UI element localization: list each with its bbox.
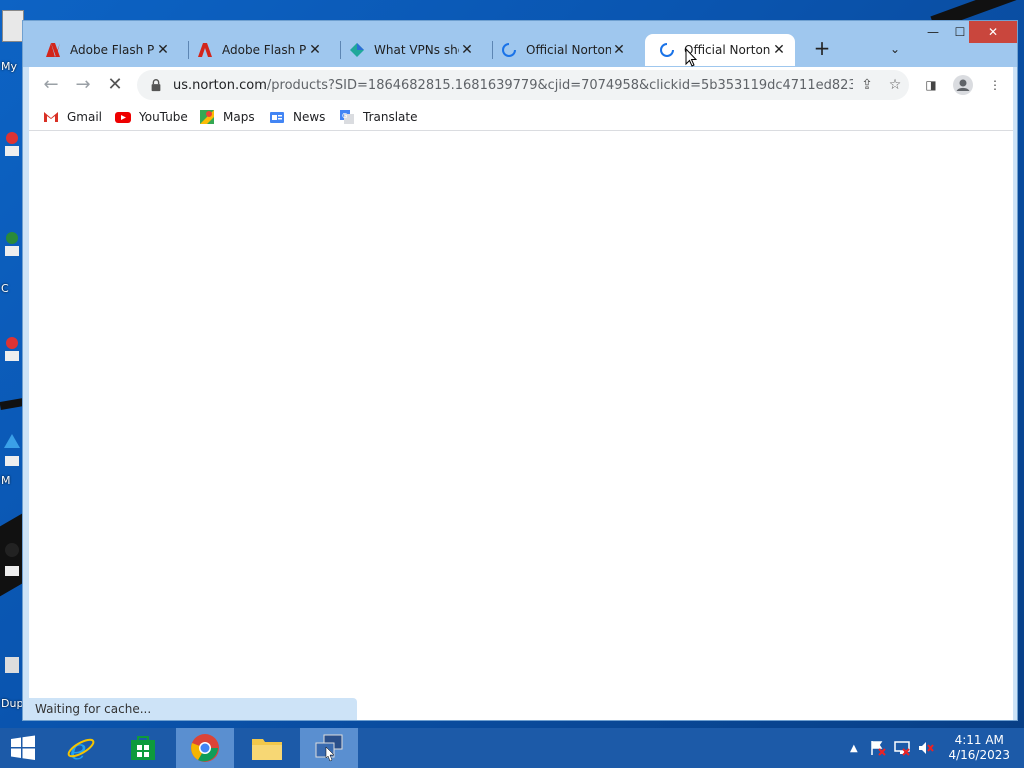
desktop-icon[interactable] xyxy=(2,655,22,675)
profile-avatar-icon[interactable] xyxy=(949,71,977,99)
loading-spinner-icon xyxy=(502,43,516,57)
bookmark-label: Gmail xyxy=(67,110,103,124)
loading-spinner-icon xyxy=(660,43,674,57)
window-close-button[interactable]: ✕ xyxy=(969,21,1017,43)
tab-official-norton-1[interactable]: Official Norton ✕ xyxy=(487,34,635,66)
chrome-icon xyxy=(191,734,219,762)
back-button[interactable]: ← xyxy=(37,71,65,99)
bookmarks-bar: Gmail YouTube Maps News G Translate xyxy=(29,103,1013,131)
tab-adobe-flash-1[interactable]: Adobe Flash Pla ✕ xyxy=(31,34,179,66)
stop-loading-button[interactable]: ✕ xyxy=(101,71,129,99)
bookmark-label: News xyxy=(293,110,326,124)
page-content[interactable]: Waiting for cache... xyxy=(29,131,1013,720)
system-tray: ▲ xyxy=(850,728,934,768)
close-icon[interactable]: ✕ xyxy=(771,42,787,58)
desktop-label: Dup xyxy=(1,697,24,710)
internet-explorer-icon: e xyxy=(67,733,95,763)
svg-text:G: G xyxy=(342,112,347,120)
close-icon[interactable]: ✕ xyxy=(459,42,475,58)
url-host: us.norton.com xyxy=(173,77,267,93)
folder-icon xyxy=(252,739,282,760)
volume-muted-icon[interactable] xyxy=(918,740,934,756)
system-clock[interactable]: 4:11 AM 4/16/2023 xyxy=(948,733,1010,763)
bookmark-label: Translate xyxy=(363,110,418,124)
youtube-icon xyxy=(115,112,131,123)
address-bar[interactable]: us.norton.com/products?SID=1864682815.16… xyxy=(137,70,909,100)
gmail-icon xyxy=(44,112,58,122)
browser-window: Adobe Flash Pla ✕ Adobe Flash Pla ✕ What… xyxy=(22,20,1018,721)
show-hidden-icons-icon[interactable]: ▲ xyxy=(850,743,858,754)
taskbar-remote-app[interactable] xyxy=(300,728,358,768)
tab-strip: Adobe Flash Pla ✕ Adobe Flash Pla ✕ What… xyxy=(23,21,1017,67)
bookmark-maps[interactable]: Maps xyxy=(199,107,255,127)
desktop-icon[interactable] xyxy=(2,540,22,580)
tab-title: Official Norton xyxy=(526,43,611,57)
bookmark-news[interactable]: News xyxy=(269,107,325,127)
action-center-flag-icon[interactable] xyxy=(870,740,886,756)
tab-title: Official Norton xyxy=(684,43,771,57)
forward-button[interactable]: → xyxy=(69,71,97,99)
store-icon xyxy=(131,736,155,760)
remote-desktop-icon xyxy=(315,734,343,762)
desktop-icon[interactable] xyxy=(2,335,22,363)
minimize-button[interactable]: — xyxy=(921,21,945,43)
lock-icon xyxy=(151,79,161,92)
start-button[interactable] xyxy=(0,728,46,768)
maps-icon xyxy=(200,110,214,124)
menu-icon[interactable]: ⋮ xyxy=(981,71,1009,99)
tab-what-vpns[interactable]: What VPNs shou ✕ xyxy=(335,34,483,66)
share-icon[interactable]: ⇪ xyxy=(853,77,881,93)
translate-icon: G xyxy=(340,110,354,124)
clock-time: 4:11 AM xyxy=(954,733,1004,747)
desktop-icon[interactable] xyxy=(2,230,22,258)
desktop-icon[interactable] xyxy=(2,430,22,470)
bookmark-star-icon[interactable]: ☆ xyxy=(881,77,909,93)
status-bubble: Waiting for cache... xyxy=(29,698,357,720)
bookmark-label: Maps xyxy=(223,110,255,124)
tab-title: What VPNs shou xyxy=(374,43,459,57)
tab-search-button[interactable]: ⌄ xyxy=(883,35,907,63)
network-icon[interactable] xyxy=(893,740,910,756)
bookmark-youtube[interactable]: YouTube xyxy=(115,107,188,127)
desktop-label: My xyxy=(1,60,18,73)
adobe-icon xyxy=(46,43,60,57)
windows-logo-icon xyxy=(11,735,35,760)
close-icon[interactable]: ✕ xyxy=(611,42,627,58)
taskbar-internet-explorer[interactable]: e xyxy=(52,728,110,768)
taskbar-file-explorer[interactable] xyxy=(238,728,296,768)
desktop-icon-my-computer[interactable] xyxy=(2,10,24,42)
news-icon xyxy=(270,112,284,123)
mouse-cursor-icon xyxy=(685,48,697,67)
clock-date: 4/16/2023 xyxy=(948,748,1010,762)
tab-adobe-flash-2[interactable]: Adobe Flash Pla ✕ xyxy=(183,34,331,66)
vpn-site-icon xyxy=(350,43,364,57)
tab-official-norton-2[interactable]: Official Norton ✕ xyxy=(645,34,795,66)
adobe-icon xyxy=(198,43,212,57)
close-icon[interactable]: ✕ xyxy=(155,42,171,58)
side-panel-icon[interactable]: ◨ xyxy=(917,71,945,99)
url-text[interactable]: us.norton.com/products?SID=1864682815.16… xyxy=(173,78,853,93)
desktop-icon[interactable] xyxy=(2,130,22,158)
bookmark-translate[interactable]: G Translate xyxy=(339,107,418,127)
desktop-wallpaper-stripe xyxy=(0,397,25,411)
bookmark-gmail[interactable]: Gmail xyxy=(43,107,102,127)
tab-title: Adobe Flash Pla xyxy=(70,43,155,57)
new-tab-button[interactable]: + xyxy=(807,35,837,63)
taskbar-store[interactable] xyxy=(114,728,172,768)
url-path: /products?SID=1864682815.1681639779&cjid… xyxy=(266,77,853,93)
tab-title: Adobe Flash Pla xyxy=(222,43,307,57)
desktop-label: M xyxy=(1,474,11,487)
bookmark-label: YouTube xyxy=(139,110,188,124)
browser-toolbar: ← → ✕ us.norton.com/products?SID=1864682… xyxy=(29,67,1013,103)
desktop-label: C xyxy=(1,282,9,295)
maximize-button[interactable]: ☐ xyxy=(949,21,971,43)
close-icon[interactable]: ✕ xyxy=(307,42,323,58)
taskbar: e ▲ 4:11 AM 4/16/2023 xyxy=(0,728,1024,768)
taskbar-chrome[interactable] xyxy=(176,728,234,768)
